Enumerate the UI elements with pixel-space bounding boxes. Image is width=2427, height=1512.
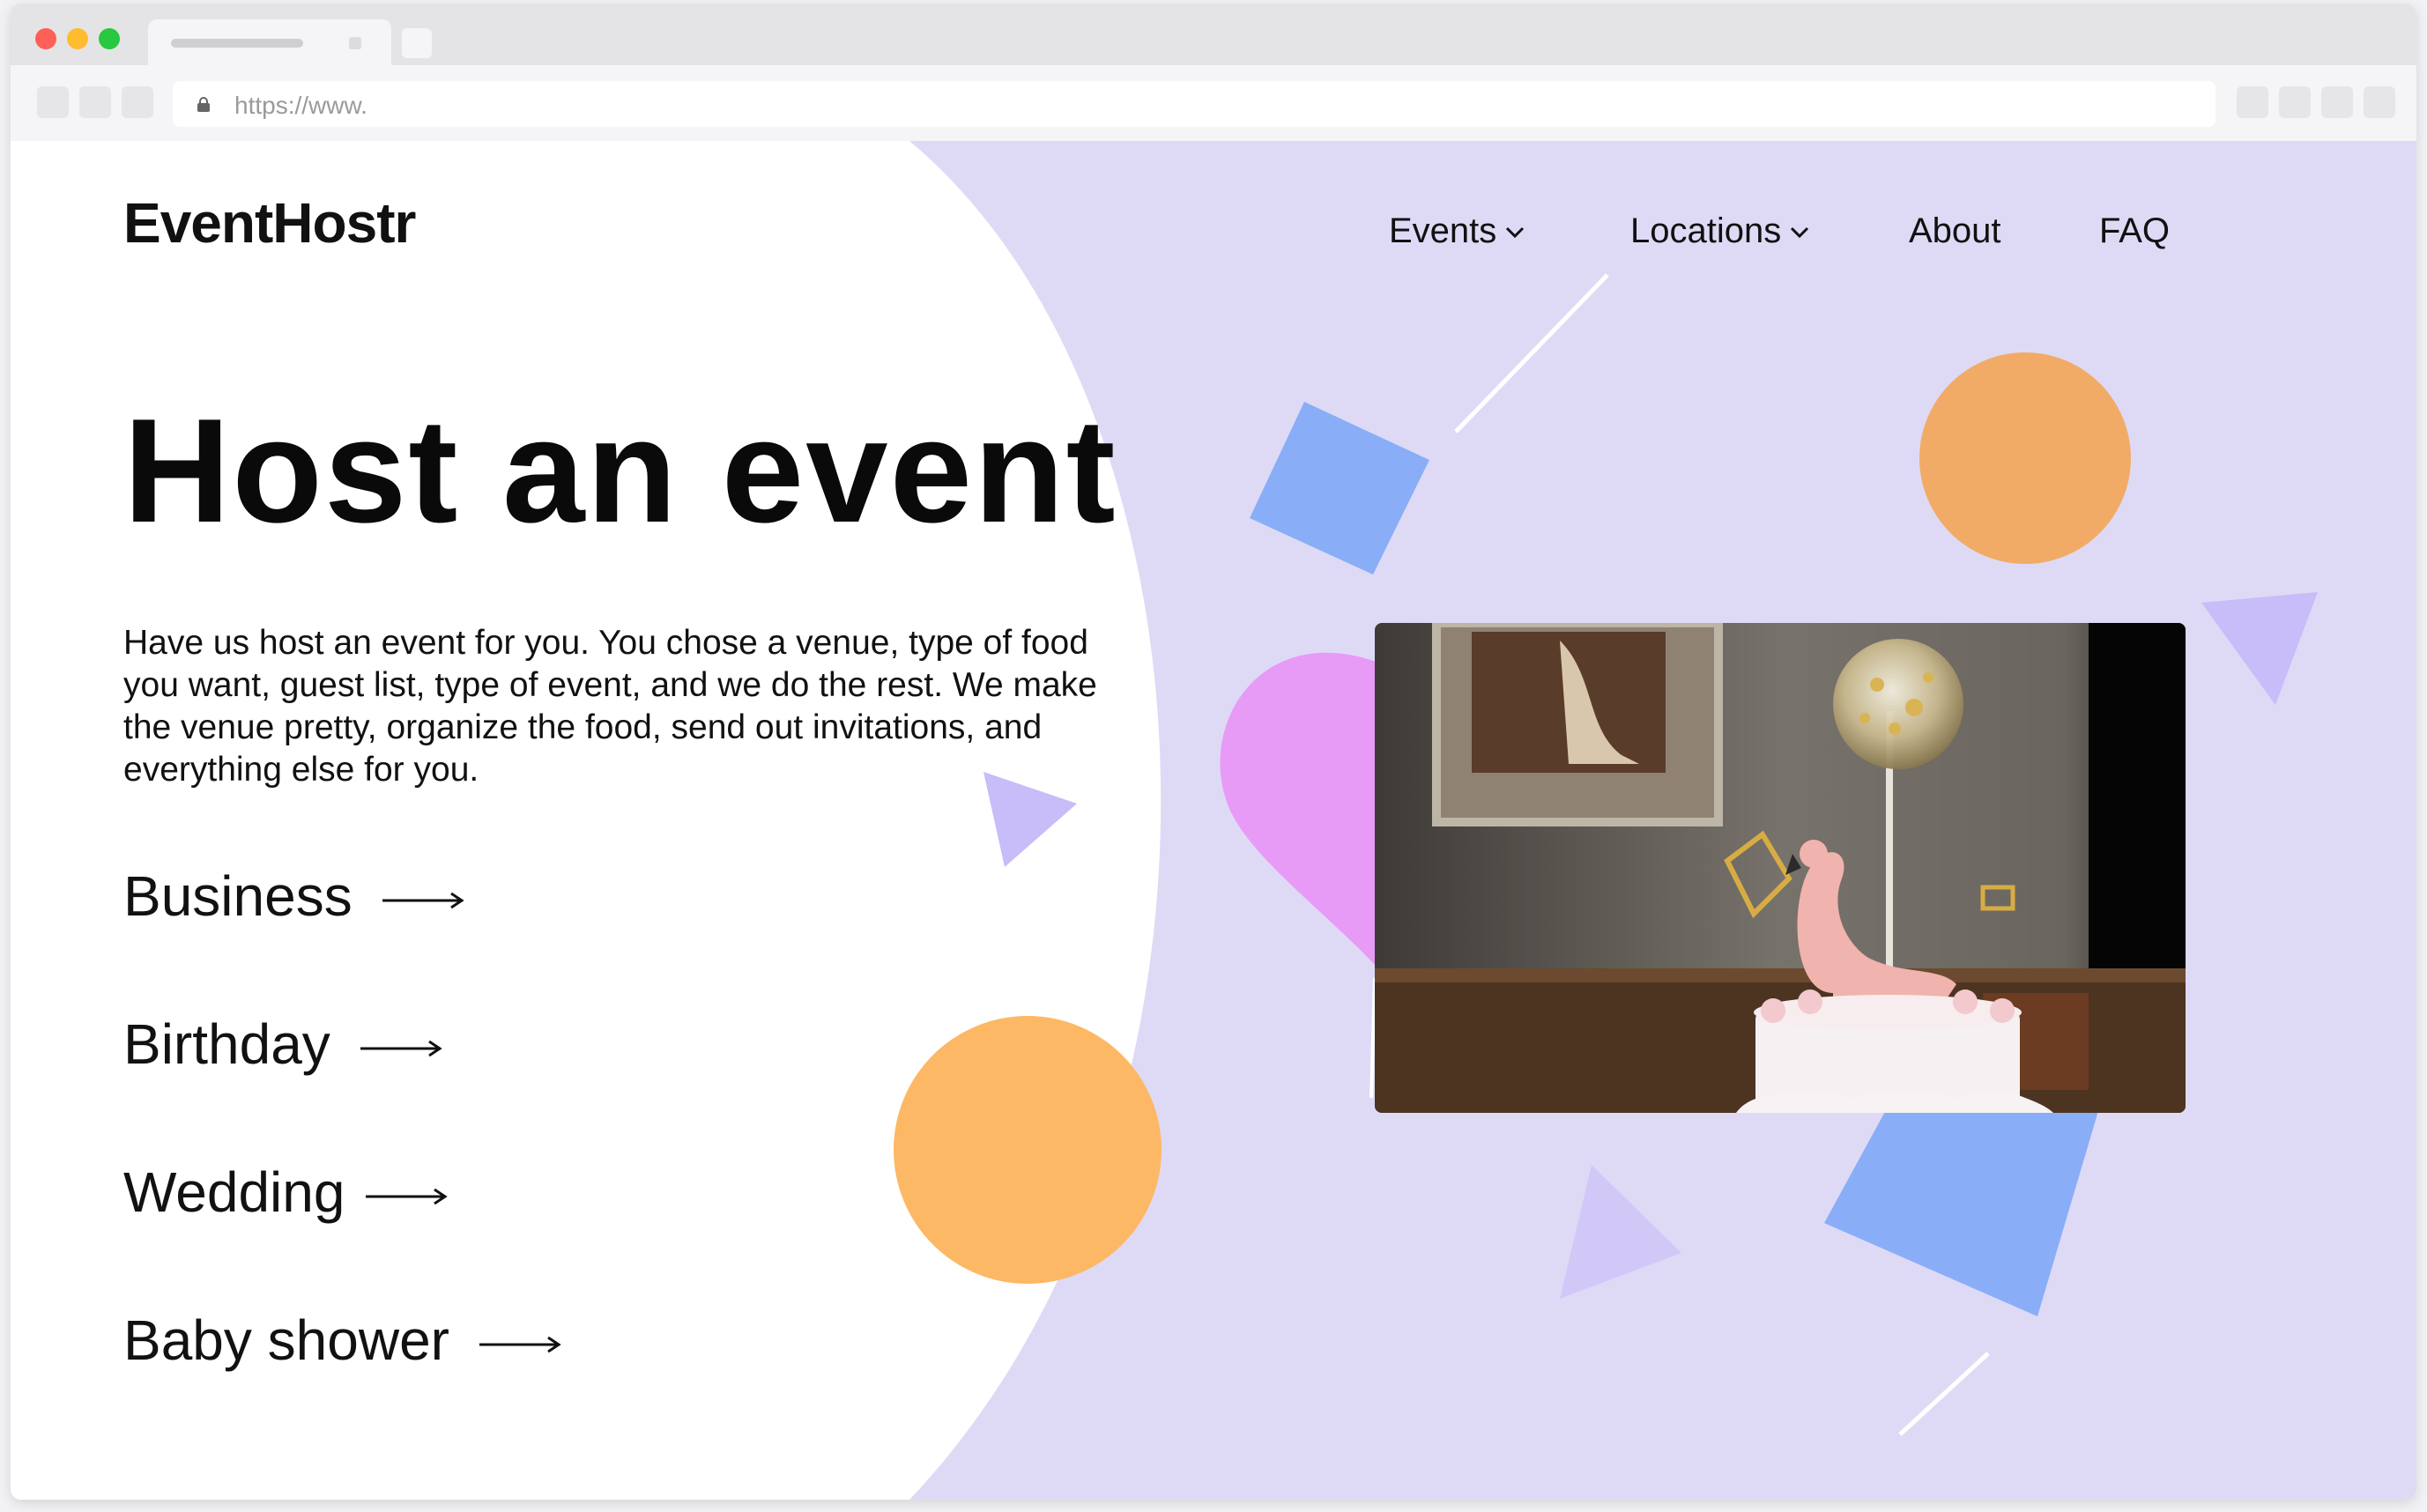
arrow-right-icon [360,1040,442,1057]
reload-button[interactable] [122,86,153,118]
nav-locations[interactable]: Locations [1630,211,1813,251]
chevron-down-icon [1506,227,1525,239]
minimize-window-button[interactable] [67,28,88,49]
orange-circle-large-shape [894,1016,1162,1284]
browser-toolbar: https://www. [11,65,2416,141]
browser-tab[interactable] [148,19,391,65]
category-wedding-link[interactable]: Wedding [123,1160,449,1225]
nav-about[interactable]: About [1909,211,2001,251]
arrow-right-icon [479,1336,561,1353]
category-baby-shower-link[interactable]: Baby shower [123,1308,562,1373]
category-label: Baby shower [123,1308,449,1372]
arrow-right-icon [382,892,464,909]
extension-button-3[interactable] [2321,86,2353,118]
category-birthday-link[interactable]: Birthday [123,1012,443,1077]
address-bar[interactable]: https://www. [173,81,2215,127]
site-logo[interactable]: EventHostr [123,190,416,256]
close-window-button[interactable] [35,28,56,49]
hero-photo-cake [1375,623,2186,1113]
category-business-link[interactable]: Business [123,863,465,929]
category-label: Birthday [123,1012,330,1076]
back-button[interactable] [37,86,69,118]
nav-events[interactable]: Events [1389,211,1528,251]
tab-close-icon[interactable] [349,37,361,49]
arrow-right-icon [366,1188,449,1205]
tab-title-placeholder [171,39,303,48]
nav-locations-label: Locations [1630,211,1782,250]
url-text: https://www. [234,92,367,119]
extension-button-2[interactable] [2279,86,2311,118]
lock-icon [197,97,210,112]
forward-button[interactable] [79,86,111,118]
browser-titlebar [11,4,2416,65]
nav-faq[interactable]: FAQ [2099,211,2170,251]
category-label: Business [123,864,353,928]
menu-button[interactable] [2364,86,2395,118]
hero-headline: Host an event [123,388,1117,553]
cake-photo-illustration [1375,623,2186,1113]
webpage: EventHostr Events Locations About FAQ Ho… [11,141,2416,1500]
maximize-window-button[interactable] [99,28,120,49]
chevron-down-icon [1791,227,1809,239]
new-tab-button[interactable] [402,28,432,58]
category-label: Wedding [123,1160,345,1224]
orange-circle-shape [1919,352,2131,564]
hero-description: Have us host an event for you. You chose… [123,624,1097,789]
browser-window: https://www. EventHostr Events Locations [11,4,2416,1500]
nav-events-label: Events [1389,211,1497,250]
extension-button-1[interactable] [2237,86,2268,118]
